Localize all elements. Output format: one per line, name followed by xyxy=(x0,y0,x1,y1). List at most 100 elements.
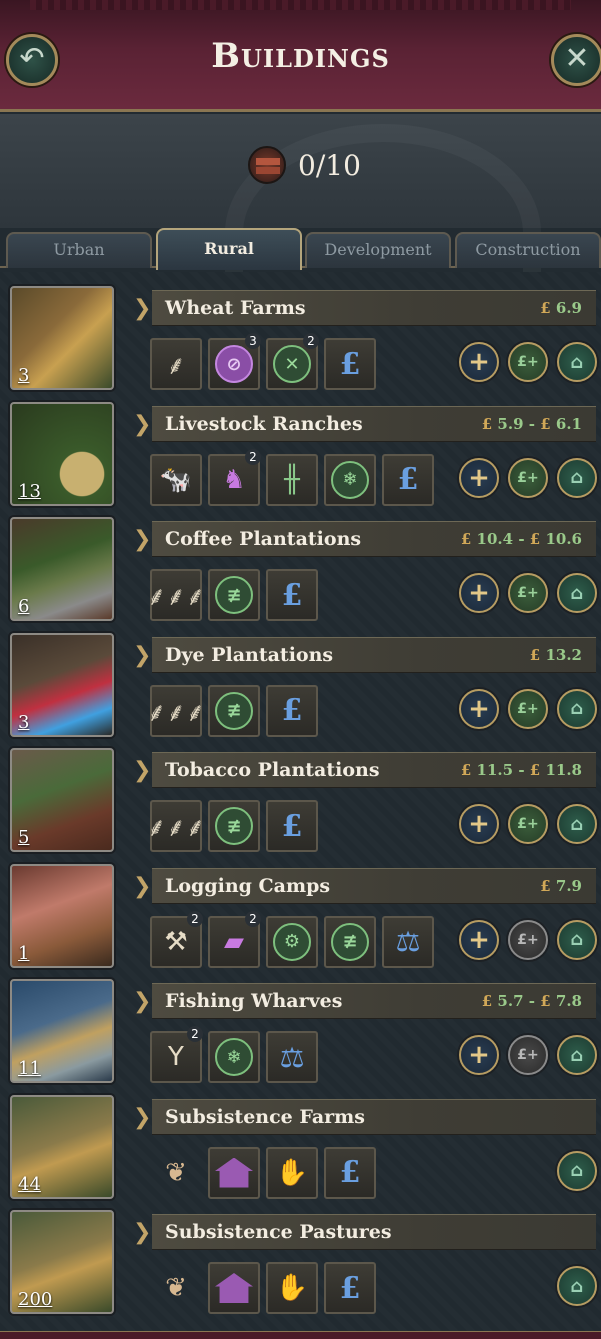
tab-urban[interactable]: Urban xyxy=(6,232,152,268)
tools-restricted-icon[interactable]: ✕ 2 xyxy=(266,333,319,390)
add-building-button[interactable]: + xyxy=(459,1035,499,1075)
expand-chevron-icon[interactable]: ❯ xyxy=(133,412,151,437)
building-thumbnail[interactable]: 6 xyxy=(10,517,114,621)
tab-construction[interactable]: Construction xyxy=(455,232,601,268)
fund-button[interactable]: £+ xyxy=(508,688,548,729)
building-count[interactable]: 3 xyxy=(18,712,29,733)
fund-button[interactable]: £+ xyxy=(508,804,548,844)
building-header[interactable]: Coffee Plantations £ 10.4 - £ 10.6 xyxy=(152,521,596,557)
subsidy-icon[interactable]: £ xyxy=(324,338,376,390)
subsidy-icon[interactable]: £ xyxy=(324,1146,376,1199)
building-count[interactable]: 3 xyxy=(18,365,29,386)
subsidy-icon[interactable]: £ xyxy=(266,569,318,621)
fund-button[interactable]: £+ xyxy=(508,342,548,382)
rail-restricted-icon[interactable]: ≢ xyxy=(208,684,260,737)
add-building-button[interactable]: + xyxy=(459,573,499,613)
ownership-button[interactable]: ⌂ xyxy=(557,804,597,844)
subsidy-icon[interactable]: £ xyxy=(266,800,318,852)
building-thumbnail[interactable]: 200 xyxy=(10,1210,114,1314)
building-header[interactable]: Fishing Wharves £ 5.7 - £ 7.8 xyxy=(152,983,596,1019)
building-count[interactable]: 200 xyxy=(18,1289,52,1310)
sprout-hand-icon[interactable]: ❦ xyxy=(150,1147,202,1199)
rail-restricted-icon[interactable]: ≢ xyxy=(208,569,260,621)
fund-button[interactable]: £+ xyxy=(508,919,548,960)
fund-button[interactable]: £+ xyxy=(508,457,548,498)
building-header[interactable]: Tobacco Plantations £ 11.5 - £ 11.8 xyxy=(152,752,596,788)
building-count[interactable]: 6 xyxy=(18,596,29,617)
scales-icon[interactable]: ⚖ xyxy=(266,1031,318,1083)
planks-icon[interactable]: ▰ 2 xyxy=(208,910,261,968)
expand-chevron-icon[interactable]: ❯ xyxy=(133,989,151,1014)
expand-chevron-icon[interactable]: ❯ xyxy=(133,296,151,321)
expand-chevron-icon[interactable]: ❯ xyxy=(133,527,151,552)
add-building-button[interactable]: + xyxy=(459,457,499,498)
tab-development[interactable]: Development xyxy=(305,232,451,268)
add-building-button[interactable]: + xyxy=(459,919,499,960)
wheat-stalk-icon[interactable]: ⸙ xyxy=(150,338,202,390)
fund-button[interactable]: £+ xyxy=(508,1035,548,1075)
building-count[interactable]: 5 xyxy=(18,827,29,848)
building-header[interactable]: Subsistence Pastures xyxy=(152,1214,596,1250)
fishing-net-icon[interactable]: Y2 xyxy=(150,1026,203,1083)
building-thumbnail[interactable]: 5 xyxy=(10,748,114,852)
add-building-button[interactable]: + xyxy=(459,688,499,729)
sawmill-restricted-icon[interactable]: ⚙ xyxy=(266,915,318,968)
building-header[interactable]: Subsistence Farms xyxy=(152,1098,596,1135)
building-count[interactable]: 44 xyxy=(18,1174,41,1195)
expand-chevron-icon[interactable]: ❯ xyxy=(133,874,151,899)
expand-chevron-icon[interactable]: ❯ xyxy=(133,1220,151,1245)
sprout-hand-icon[interactable]: ❦ xyxy=(150,1262,202,1314)
cattle-icon[interactable]: 🐄 xyxy=(150,453,202,506)
refrigeration-restricted-icon[interactable]: ❄ xyxy=(324,453,376,506)
close-button[interactable]: ✕ xyxy=(551,34,601,86)
ownership-button[interactable]: ⌂ xyxy=(557,1150,597,1191)
building-actions: ⌂ xyxy=(557,1150,597,1191)
building-count[interactable]: 13 xyxy=(18,481,41,502)
tab-rural[interactable]: Rural xyxy=(156,228,302,270)
peasant-house-icon[interactable] xyxy=(208,1262,260,1314)
crop-rows-icon[interactable]: ⸙⸙⸙ xyxy=(147,800,205,852)
rail-restricted-icon[interactable]: ≢ xyxy=(324,915,376,968)
peasant-house-icon[interactable] xyxy=(208,1146,260,1199)
expand-chevron-icon[interactable]: ❯ xyxy=(133,643,151,668)
ownership-button[interactable]: ⌂ xyxy=(557,919,597,960)
add-building-button[interactable]: + xyxy=(459,342,499,382)
building-thumbnail[interactable]: 11 xyxy=(10,979,114,1083)
building-header[interactable]: Livestock Ranches £ 5.9 - £ 6.1 xyxy=(152,405,596,442)
building-thumbnail[interactable]: 44 xyxy=(10,1094,114,1199)
fertilizer-restricted-icon[interactable]: ⊘ 3 xyxy=(208,333,261,390)
building-header[interactable]: Wheat Farms £ 6.9 xyxy=(152,290,596,326)
building-header[interactable]: Dye Plantations £ 13.2 xyxy=(152,636,596,673)
axe-icon[interactable]: ⚒ 2 xyxy=(150,910,203,968)
building-count[interactable]: 11 xyxy=(18,1058,41,1079)
fence-icon[interactable]: ╫ xyxy=(266,453,318,506)
building-header[interactable]: Logging Camps £ 7.9 xyxy=(152,867,596,904)
scales-icon[interactable]: ⚖ xyxy=(382,915,434,968)
rail-restricted-icon[interactable]: ≢ xyxy=(208,800,260,852)
subsidy-icon[interactable]: £ xyxy=(382,453,434,506)
ownership-button[interactable]: ⌂ xyxy=(557,573,597,613)
crop-rows-icon[interactable]: ⸙⸙⸙ xyxy=(147,684,205,737)
add-building-button[interactable]: + xyxy=(459,804,499,844)
building-thumbnail[interactable]: 3 xyxy=(10,632,114,737)
ownership-button[interactable]: ⌂ xyxy=(557,1266,597,1306)
bricks-icon xyxy=(248,146,286,184)
refrigeration-restricted-icon[interactable]: ❄ xyxy=(208,1031,260,1083)
ownership-button[interactable]: ⌂ xyxy=(557,1035,597,1075)
building-count[interactable]: 1 xyxy=(18,943,29,964)
crop-rows-icon[interactable]: ⸙⸙⸙ xyxy=(147,569,205,621)
expand-chevron-icon[interactable]: ❯ xyxy=(133,758,151,783)
animal-husbandry-icon[interactable]: ♞ 2 xyxy=(208,448,261,506)
expand-chevron-icon[interactable]: ❯ xyxy=(133,1105,151,1130)
building-thumbnail[interactable]: 13 xyxy=(10,401,114,506)
bound-hands-icon[interactable]: ✋ xyxy=(266,1262,318,1314)
subsidy-icon[interactable]: £ xyxy=(324,1262,376,1314)
ownership-button[interactable]: ⌂ xyxy=(557,342,597,382)
ownership-button[interactable]: ⌂ xyxy=(557,457,597,498)
subsidy-icon[interactable]: £ xyxy=(266,684,318,737)
building-thumbnail[interactable]: 3 xyxy=(10,286,114,390)
ownership-button[interactable]: ⌂ xyxy=(557,688,597,729)
bound-hands-icon[interactable]: ✋ xyxy=(266,1146,318,1199)
building-thumbnail[interactable]: 1 xyxy=(10,863,114,968)
fund-button[interactable]: £+ xyxy=(508,573,548,613)
